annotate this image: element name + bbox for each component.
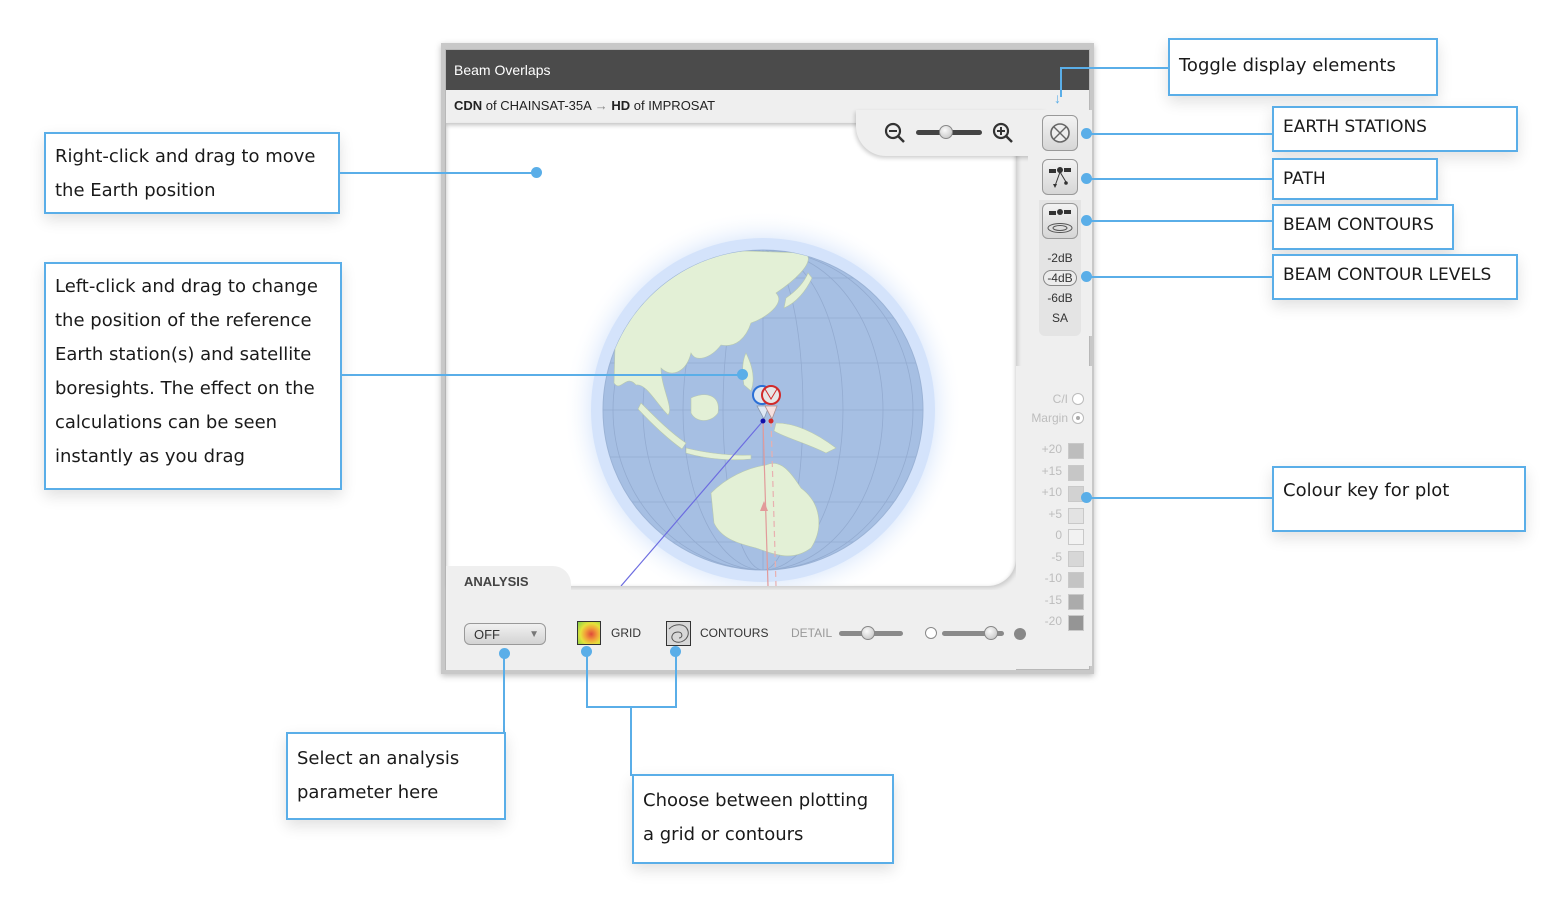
grid-label: GRID bbox=[611, 626, 641, 640]
connector bbox=[1060, 67, 1168, 69]
globe-viewport[interactable] bbox=[446, 123, 1016, 586]
connector-dot bbox=[737, 369, 748, 380]
beam-contour-icon bbox=[1047, 209, 1073, 233]
connector bbox=[340, 172, 536, 174]
toggle-path-button[interactable] bbox=[1042, 159, 1078, 195]
beam-overlaps-window: Beam Overlaps CDN of CHAINSAT-35A → HD o… bbox=[441, 43, 1094, 674]
mode-ci-label: C/I bbox=[1052, 392, 1068, 406]
colour-key-label: +20 bbox=[1041, 442, 1062, 456]
contour-level-option[interactable]: SA bbox=[1028, 311, 1092, 325]
mode-margin-radio[interactable] bbox=[1072, 412, 1084, 424]
colour-key-panel: C/I Margin +20 +15 +10 +5 0 -5 -10 -15 -20 bbox=[1016, 366, 1092, 666]
connector bbox=[630, 706, 632, 776]
callout-colour-key: Colour key for plot bbox=[1272, 466, 1526, 532]
contour-level-label: -4dB bbox=[1043, 270, 1077, 286]
callout-select-parameter: Select an analysis parameter here bbox=[286, 732, 506, 820]
connector-dot bbox=[1081, 271, 1092, 282]
connector-dot bbox=[531, 167, 542, 178]
analysis-parameter-value: OFF bbox=[474, 627, 500, 642]
of-label: of bbox=[633, 98, 645, 113]
colour-key-swatch bbox=[1068, 550, 1084, 567]
connector bbox=[503, 653, 505, 733]
callout-move-earth: Right-click and drag to move the Earth p… bbox=[44, 132, 340, 214]
colour-key-label: -10 bbox=[1044, 571, 1062, 585]
colour-key-swatch bbox=[1068, 572, 1084, 588]
opacity-max-icon bbox=[1014, 628, 1026, 640]
zoom-slider-thumb[interactable] bbox=[939, 125, 953, 139]
colour-key-label: 0 bbox=[1055, 528, 1062, 542]
colour-key-swatch bbox=[1068, 464, 1084, 481]
zoom-control bbox=[856, 110, 1046, 156]
connector bbox=[1088, 220, 1272, 222]
detail-slider-thumb[interactable] bbox=[861, 626, 875, 640]
colour-key-swatch bbox=[1068, 507, 1084, 524]
colour-key-label: -20 bbox=[1044, 614, 1062, 628]
of-label: of bbox=[485, 98, 497, 113]
target-satellite: IMPROSAT bbox=[648, 98, 716, 113]
connector bbox=[1088, 497, 1272, 499]
callout-beam-contours: BEAM CONTOURS bbox=[1272, 204, 1454, 250]
contours-label: CONTOURS bbox=[700, 626, 769, 640]
connector-dot bbox=[1081, 128, 1092, 139]
connector bbox=[1088, 276, 1272, 278]
detail-label: DETAIL bbox=[791, 626, 833, 640]
connector bbox=[586, 650, 588, 708]
callout-path: PATH bbox=[1272, 158, 1438, 200]
colour-key-label: +10 bbox=[1041, 485, 1062, 499]
connector-dot bbox=[1081, 173, 1092, 184]
connector bbox=[675, 650, 677, 708]
connector bbox=[1088, 133, 1272, 135]
grid-plot-button[interactable] bbox=[577, 621, 601, 645]
colour-key-swatch bbox=[1068, 615, 1084, 631]
colour-key-swatch bbox=[1068, 443, 1084, 459]
contour-level-option[interactable]: -2dB bbox=[1028, 251, 1092, 265]
callout-drag-station: Left-click and drag to change the positi… bbox=[44, 262, 342, 490]
opacity-min-icon bbox=[925, 627, 937, 639]
path-icon bbox=[1049, 167, 1071, 188]
callout-toggle-display: Toggle display elements bbox=[1168, 38, 1438, 96]
analysis-controls: OFF ▼ GRID CONTOURS DETAIL bbox=[446, 590, 1016, 670]
earth-station-icon bbox=[1050, 123, 1070, 143]
callout-earth-stations: EARTH STATIONS bbox=[1272, 106, 1518, 152]
connector-dot bbox=[1081, 492, 1092, 503]
beam-pair-description: CDN of CHAINSAT-35A → HD of IMPROSAT bbox=[454, 98, 715, 113]
arrow-icon: → bbox=[594, 98, 608, 113]
mode-ci-radio[interactable] bbox=[1072, 393, 1084, 405]
zoom-out-icon[interactable] bbox=[884, 122, 906, 144]
source-beam: CDN bbox=[454, 98, 483, 113]
colour-key-swatch bbox=[1068, 529, 1084, 545]
contours-plot-button[interactable] bbox=[666, 621, 691, 646]
contour-level-option[interactable]: -6dB bbox=[1028, 291, 1092, 305]
colour-key-swatch bbox=[1068, 593, 1084, 610]
borneo-landmass bbox=[690, 394, 719, 421]
zoom-in-icon[interactable] bbox=[992, 122, 1014, 144]
source-satellite: CHAINSAT-35A bbox=[500, 98, 592, 113]
callout-beam-contour-levels: BEAM CONTOUR LEVELS bbox=[1272, 254, 1518, 300]
toggle-beam-contours-button[interactable] bbox=[1042, 203, 1078, 239]
toggle-earth-stations-button[interactable] bbox=[1042, 115, 1078, 151]
window-body: Beam Overlaps CDN of CHAINSAT-35A → HD o… bbox=[445, 49, 1092, 670]
colour-key-label: +15 bbox=[1041, 463, 1062, 478]
arrow-down-icon: ↓ bbox=[1054, 90, 1061, 106]
mode-margin-label: Margin bbox=[1031, 411, 1068, 425]
window-title: Beam Overlaps bbox=[446, 50, 1089, 90]
target-beam: HD bbox=[611, 98, 631, 113]
opacity-slider-thumb[interactable] bbox=[984, 626, 998, 640]
colour-key-label: -15 bbox=[1044, 592, 1062, 607]
callout-grid-or-contours: Choose between plotting a grid or contou… bbox=[632, 774, 894, 864]
analysis-heading: ANALYSIS bbox=[464, 574, 529, 589]
chevron-down-icon: ▼ bbox=[529, 629, 539, 640]
globe-svg[interactable] bbox=[446, 123, 1016, 586]
colour-key-label: +5 bbox=[1048, 506, 1062, 521]
analysis-parameter-select[interactable]: OFF ▼ bbox=[464, 623, 546, 645]
connector-dot bbox=[1081, 215, 1092, 226]
connector bbox=[1088, 178, 1272, 180]
connector bbox=[342, 374, 742, 376]
colour-key-label: -5 bbox=[1051, 549, 1062, 564]
